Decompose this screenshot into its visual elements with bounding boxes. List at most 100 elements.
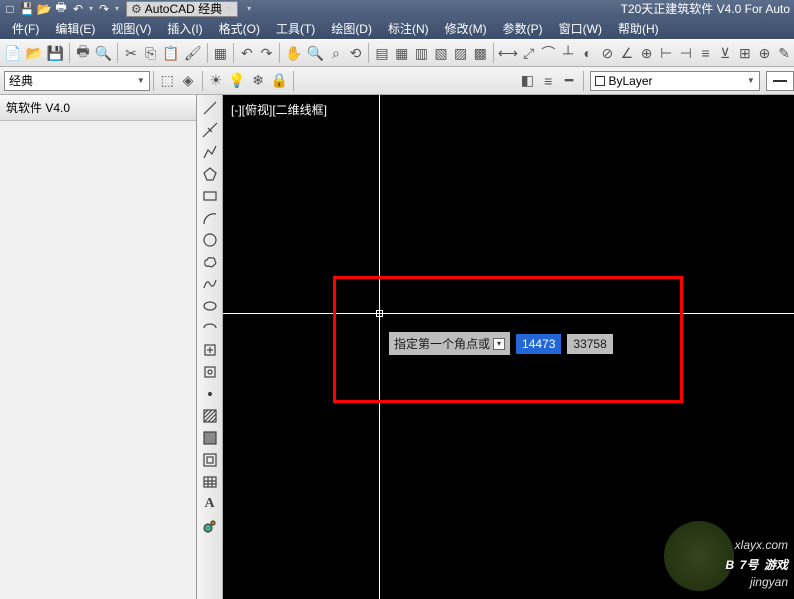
dim-aligned-icon[interactable]: ⤢ — [520, 43, 538, 63]
lock-icon[interactable]: 🔒 — [270, 71, 289, 91]
center-mark-icon[interactable]: ⊕ — [756, 43, 774, 63]
gradient-icon[interactable] — [199, 428, 221, 448]
workspace-dropdown[interactable]: ⚙ AutoCAD 经典 ▾ — [126, 1, 238, 17]
polyline-icon[interactable] — [199, 142, 221, 162]
lineweight-control-icon[interactable]: ━ — [560, 71, 579, 91]
ellipse-icon[interactable] — [199, 296, 221, 316]
new-file-icon[interactable]: 📄 — [3, 43, 22, 63]
panel-header[interactable]: 筑软件 V4.0 — [0, 95, 196, 121]
menu-view[interactable]: 视图(V) — [103, 17, 159, 40]
dim-arc-icon[interactable]: ⌒ — [540, 43, 558, 63]
dim-ordinate-icon[interactable]: ┴ — [559, 43, 577, 63]
color-swatch-icon — [595, 76, 605, 86]
workspace-combo[interactable]: 经典 ▼ — [4, 71, 150, 91]
match-icon[interactable]: 🖌 — [183, 43, 203, 63]
calc-icon[interactable]: ▩ — [471, 43, 489, 63]
region-icon[interactable] — [199, 450, 221, 470]
redo-dropdown-icon[interactable]: ▾ — [113, 4, 121, 13]
menu-tools[interactable]: 工具(T) — [268, 17, 323, 40]
menu-window[interactable]: 窗口(W) — [551, 17, 610, 40]
construction-line-icon[interactable] — [199, 120, 221, 140]
arc-icon[interactable] — [199, 208, 221, 228]
dim-edit-icon[interactable]: ✎ — [775, 43, 793, 63]
revision-cloud-icon[interactable] — [199, 252, 221, 272]
dim-diameter-icon[interactable]: ⊘ — [599, 43, 617, 63]
open-icon[interactable]: 📂 — [36, 1, 52, 17]
sun-icon[interactable]: ☀ — [206, 71, 225, 91]
design-center-icon[interactable]: ▦ — [393, 43, 411, 63]
menu-dimension[interactable]: 标注(N) — [380, 17, 437, 40]
pan-icon[interactable]: ✋ — [284, 43, 303, 63]
layer-iso-icon[interactable]: ◈ — [179, 71, 198, 91]
zoom-window-icon[interactable]: ⌕ — [327, 43, 345, 63]
new-icon[interactable]: □ — [2, 1, 18, 17]
menu-modify[interactable]: 修改(M) — [437, 17, 495, 40]
tool-palette-icon[interactable]: ▥ — [413, 43, 431, 63]
save-file-icon[interactable]: 💾 — [46, 43, 65, 63]
menu-insert[interactable]: 插入(I) — [159, 17, 210, 40]
menu-parametric[interactable]: 参数(P) — [495, 17, 551, 40]
sheet-set-icon[interactable]: ▧ — [432, 43, 450, 63]
hatch-icon[interactable] — [199, 406, 221, 426]
block-icon[interactable]: ▦ — [212, 43, 230, 63]
menu-help[interactable]: 帮助(H) — [610, 17, 667, 40]
redo2-icon[interactable]: ↷ — [258, 43, 276, 63]
qa-customize-icon[interactable]: ▾ — [245, 4, 253, 13]
bulb-icon[interactable]: 💡 — [227, 71, 246, 91]
menu-format[interactable]: 格式(O) — [211, 17, 268, 40]
undo-icon[interactable]: ↶ — [70, 1, 86, 17]
separator — [293, 71, 294, 91]
line-icon[interactable] — [199, 98, 221, 118]
linetype-control-icon[interactable]: ≡ — [539, 71, 558, 91]
dim-linear-icon[interactable]: ⟷ — [498, 43, 518, 63]
table-icon[interactable] — [199, 472, 221, 492]
color-control-icon[interactable]: ◧ — [518, 71, 537, 91]
dim-angular-icon[interactable]: ∠ — [618, 43, 636, 63]
layer-states-icon[interactable]: ⬚ — [158, 71, 177, 91]
undo2-icon[interactable]: ↶ — [238, 43, 256, 63]
plot-icon[interactable]: 🖶 — [74, 43, 92, 63]
markup-icon[interactable]: ▨ — [452, 43, 470, 63]
cut-icon[interactable]: ✂ — [122, 43, 140, 63]
dim-space-icon[interactable]: ≡ — [697, 43, 715, 63]
undo-dropdown-icon[interactable]: ▾ — [87, 4, 95, 13]
redo-icon[interactable]: ↷ — [96, 1, 112, 17]
dim-break-icon[interactable]: ⊻ — [716, 43, 734, 63]
circle-icon[interactable] — [199, 230, 221, 250]
layer-combo[interactable]: ByLayer ▼ — [590, 71, 759, 91]
watermark-circle-icon — [664, 521, 734, 591]
copy-icon[interactable]: ⎘ — [142, 43, 160, 63]
dim-continue-icon[interactable]: ⊣ — [677, 43, 695, 63]
mtext-icon[interactable]: A — [199, 494, 221, 514]
add-selected-icon[interactable] — [199, 516, 221, 536]
print-icon[interactable]: 🖶 — [53, 1, 69, 17]
lineweight-combo[interactable] — [766, 71, 794, 91]
point-icon[interactable] — [199, 384, 221, 404]
make-block-icon[interactable] — [199, 362, 221, 382]
spline-icon[interactable] — [199, 274, 221, 294]
zoom-realtime-icon[interactable]: 🔍 — [306, 43, 325, 63]
prompt-dropdown-icon[interactable]: ▾ — [493, 338, 505, 350]
dynamic-y-input[interactable]: 33758 — [567, 334, 612, 354]
tolerance-icon[interactable]: ⊞ — [736, 43, 754, 63]
paste-icon[interactable]: 📋 — [161, 43, 180, 63]
dynamic-x-input[interactable]: 14473 — [516, 334, 561, 354]
freeze-icon[interactable]: ❄ — [249, 71, 268, 91]
menu-draw[interactable]: 绘图(D) — [323, 17, 380, 40]
save-icon[interactable]: 💾 — [19, 1, 35, 17]
zoom-prev-icon[interactable]: ⟲ — [347, 43, 365, 63]
rectangle-icon[interactable] — [199, 186, 221, 206]
ellipse-arc-icon[interactable] — [199, 318, 221, 338]
polygon-icon[interactable] — [199, 164, 221, 184]
preview-icon[interactable]: 🔍 — [94, 43, 113, 63]
dim-baseline-icon[interactable]: ⊢ — [657, 43, 675, 63]
drawing-canvas[interactable]: [-][俯视][二维线框] 指定第一个角点或 ▾ 14473 33758 xla… — [223, 95, 794, 599]
insert-block-icon[interactable] — [199, 340, 221, 360]
properties-icon[interactable]: ▤ — [373, 43, 391, 63]
viewport-label[interactable]: [-][俯视][二维线框] — [231, 101, 327, 118]
menu-edit[interactable]: 编辑(E) — [47, 17, 103, 40]
menu-file[interactable]: 件(F) — [4, 17, 47, 40]
open-file-icon[interactable]: 📂 — [24, 43, 43, 63]
dim-radius-icon[interactable]: ◐ — [579, 43, 597, 63]
dim-quick-icon[interactable]: ⊕ — [638, 43, 656, 63]
